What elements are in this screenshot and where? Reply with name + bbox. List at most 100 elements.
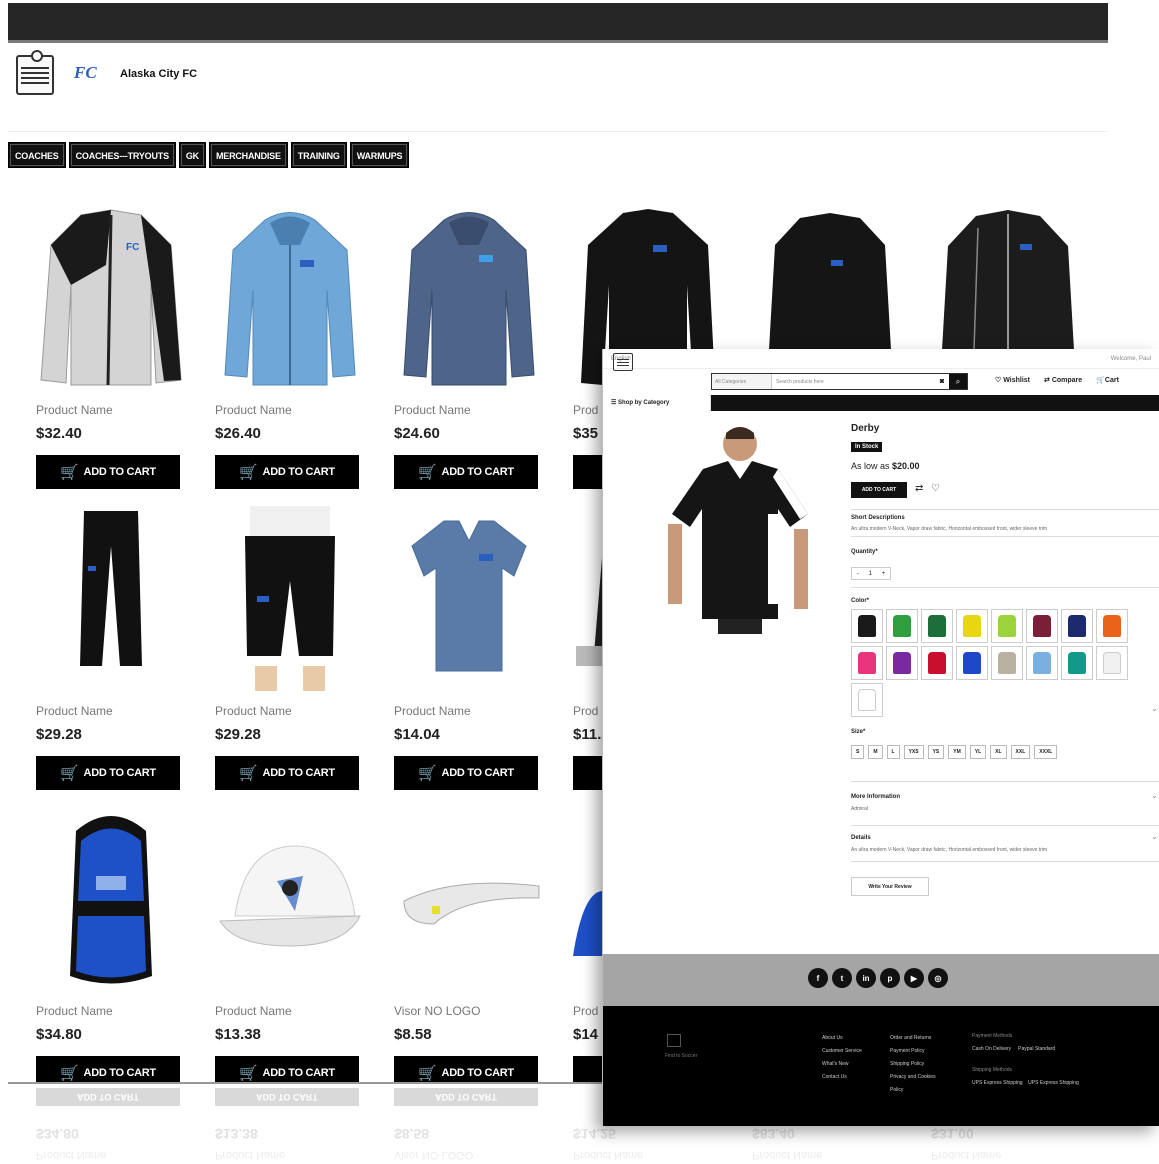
product-image-three-quarter-pants[interactable] <box>215 506 365 691</box>
product-image-visor[interactable] <box>394 806 544 991</box>
add-to-cart-button[interactable]: 🛒 ADD TO CART <box>36 756 180 790</box>
footer-link[interactable]: Customer Service <box>822 1045 862 1058</box>
size-option[interactable]: XXL <box>1010 745 1031 759</box>
shop-by-category-button[interactable]: ☰ Shop by Category <box>603 395 711 411</box>
product-image-backpack[interactable] <box>36 806 186 991</box>
product-name: Product Name <box>36 704 113 718</box>
footer-logo-icon[interactable] <box>667 1034 681 1047</box>
detail-add-to-cart-button[interactable]: ADD TO CART <box>851 482 907 498</box>
size-option[interactable]: YS <box>927 745 945 759</box>
footer-link[interactable]: Shipping Policy <box>890 1058 936 1071</box>
write-review-button[interactable]: Write Your Review <box>851 877 929 896</box>
add-to-cart-button[interactable]: 🛒 ADD TO CART <box>394 756 538 790</box>
search-category-select[interactable]: All Categories <box>712 374 772 389</box>
footer-link[interactable]: What's New <box>822 1058 862 1071</box>
quantity-stepper[interactable]: - 1 + <box>851 567 891 580</box>
minus-icon[interactable]: - <box>857 571 859 577</box>
category-coaches[interactable]: COACHES <box>8 142 66 168</box>
color-swatch[interactable] <box>991 646 1023 680</box>
store-logo-icon[interactable] <box>16 50 54 95</box>
compare-link[interactable]: ⇄ Compare <box>1044 376 1082 384</box>
product-photo-derby[interactable] <box>658 419 818 634</box>
color-swatch[interactable] <box>956 646 988 680</box>
wishlist-link[interactable]: ♡ Wishlist <box>995 376 1030 384</box>
product-image-track-jacket-black[interactable] <box>928 208 1088 350</box>
add-to-cart-button[interactable]: 🛒 ADD TO CART <box>215 756 359 790</box>
chevron-down-icon[interactable]: ⌄ <box>1151 704 1158 713</box>
size-option[interactable]: XL <box>990 745 1007 759</box>
chevron-down-icon[interactable]: ⌄ <box>1151 791 1158 800</box>
footer-link[interactable]: About Us <box>822 1032 862 1045</box>
color-swatch[interactable] <box>851 609 883 643</box>
category-warmups[interactable]: WARMUPS <box>349 142 410 168</box>
product-image-hoodie-navy[interactable] <box>394 205 544 390</box>
size-option[interactable]: YL <box>969 745 987 759</box>
product-image-track-jacket-grey[interactable]: FC <box>36 205 186 390</box>
color-swatch[interactable] <box>886 646 918 680</box>
search-icon[interactable]: ⌕ <box>949 374 967 389</box>
quantity-value[interactable]: 1 <box>869 571 872 577</box>
camera-icon[interactable]: ◙ <box>935 374 949 389</box>
category-training[interactable]: TRAINING <box>290 142 347 168</box>
search-input[interactable]: Search products here <box>772 374 935 389</box>
color-swatch[interactable] <box>886 609 918 643</box>
compare-icon[interactable]: ⇄ <box>915 483 923 494</box>
footer-link[interactable]: Contact Us <box>822 1071 862 1084</box>
size-option[interactable]: YM <box>948 745 966 759</box>
wishlist-heart-icon[interactable]: ♡ <box>931 483 940 494</box>
twitter-icon[interactable]: t <box>832 968 852 988</box>
color-swatch[interactable] <box>1026 646 1058 680</box>
color-swatch[interactable] <box>921 609 953 643</box>
footer-column-info: About Us Customer Service What's New Con… <box>822 1032 862 1084</box>
instagram-icon[interactable]: ◎ <box>928 968 948 988</box>
linkedin-icon[interactable]: in <box>856 968 876 988</box>
shirt-icon <box>1033 615 1051 637</box>
size-option[interactable]: YXS <box>903 745 924 759</box>
color-swatch[interactable] <box>851 646 883 680</box>
color-swatch[interactable] <box>1061 609 1093 643</box>
product-image-hoodie-light-blue[interactable] <box>215 205 365 390</box>
plus-icon[interactable]: + <box>882 571 886 577</box>
club-logo[interactable]: FC <box>74 63 114 89</box>
size-option[interactable]: M <box>868 745 883 759</box>
footer-column-policy: Order and Returns Payment Policy Shippin… <box>890 1032 936 1097</box>
color-label: Color* <box>851 598 869 604</box>
footer-link[interactable]: Payment Policy <box>890 1045 936 1058</box>
product-image-jacket-black[interactable] <box>755 210 905 350</box>
cart-link[interactable]: 🛒Cart <box>1096 376 1119 384</box>
product-image-training-pants[interactable] <box>36 506 186 691</box>
size-option[interactable]: L <box>886 745 900 759</box>
more-information-label[interactable]: More Information <box>851 794 900 800</box>
color-swatch[interactable] <box>1096 646 1128 680</box>
color-swatch[interactable] <box>921 646 953 680</box>
color-swatch[interactable] <box>1096 609 1128 643</box>
product-price: $14 <box>573 1026 599 1043</box>
add-to-cart-button[interactable]: 🛒 ADD TO CART <box>36 455 180 489</box>
chevron-down-icon[interactable]: ⌄ <box>1151 832 1158 841</box>
facebook-icon[interactable]: f <box>808 968 828 988</box>
footer-link[interactable]: Order and Returns <box>890 1032 936 1045</box>
product-image-vneck-shirt-blue[interactable] <box>394 506 544 691</box>
add-to-cart-button[interactable]: 🛒 ADD TO CART <box>215 455 359 489</box>
detail-logo-icon[interactable] <box>613 353 633 371</box>
product-image-cap-white[interactable] <box>215 806 365 991</box>
category-gk[interactable]: GK <box>178 142 206 168</box>
size-option[interactable]: XXXL <box>1034 745 1058 759</box>
color-swatch[interactable] <box>1061 646 1093 680</box>
footer-link[interactable]: Privacy and Cookies <box>890 1071 936 1084</box>
color-swatch[interactable] <box>851 683 883 717</box>
youtube-icon[interactable]: ▶ <box>904 968 924 988</box>
color-swatch[interactable] <box>1026 609 1058 643</box>
color-swatch[interactable] <box>956 609 988 643</box>
category-merchandise[interactable]: MERCHANDISE <box>208 142 288 168</box>
details-label[interactable]: Details <box>851 835 871 841</box>
pinterest-icon[interactable]: p <box>880 968 900 988</box>
welcome-text[interactable]: Welcome, Paul <box>1111 356 1151 362</box>
shirt-icon <box>998 615 1016 637</box>
color-swatch[interactable] <box>991 609 1023 643</box>
footer-link[interactable]: Policy <box>890 1084 936 1097</box>
category-coaches-tryouts[interactable]: COACHES---TRYOUTS <box>68 142 176 168</box>
size-option[interactable]: S <box>851 745 865 759</box>
add-to-cart-button[interactable]: 🛒 ADD TO CART <box>394 455 538 489</box>
compare-icon: ⇄ <box>1044 377 1052 384</box>
